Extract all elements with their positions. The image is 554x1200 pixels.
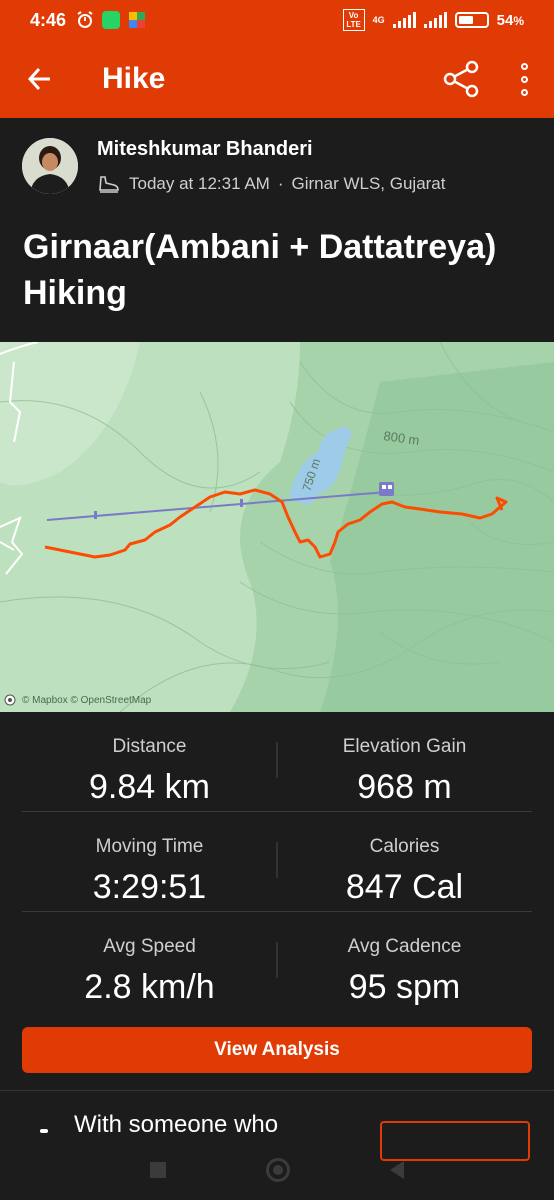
network-type: 4G [372,15,385,25]
app-bar: Hike [0,40,554,118]
stat-label: Avg Speed [103,936,196,957]
circle-icon[interactable] [266,1158,290,1182]
card-text: With someone who [74,1111,279,1138]
share-icon [443,60,479,98]
hiking-shoe-icon [99,176,119,193]
more-vertical-icon [520,62,528,70]
activity-header: Miteshkumar Bhanderi Today at 12:31 AM ·… [0,118,554,342]
stat-moving-time: Moving Time 3:29:51 [22,812,277,912]
share-button[interactable] [440,58,482,100]
back-button[interactable] [0,40,80,118]
activity-screen: 4:46 Vo LTE 4G 54% Hike Miteshkumar Bhan… [0,0,554,1200]
stat-value: 3:29:51 [92,868,207,906]
activity-meta: Today at 12:31 AM · Girnar WLS, Gujarat [97,174,446,194]
battery-icon [454,12,489,28]
stat-label: Calories [369,836,440,857]
battery-level: 54% [496,11,524,29]
stat-avg-cadence: Avg Cadence 95 spm [277,912,532,1012]
activity-location: Girnar WLS, Gujarat [291,174,446,193]
status-left-icons [76,11,146,29]
meta-separator: · [277,174,284,193]
signal-icon-2 [423,12,447,28]
map-canvas: 800 m 750 m [0,342,554,712]
avatar[interactable] [22,138,78,194]
activity-time: Today at 12:31 AM [129,174,270,193]
stat-label: Moving Time [95,836,204,857]
stats-panel: Distance 9.84 km Elevation Gain 968 m Mo… [0,712,554,1012]
stat-label: Distance [112,736,187,757]
card-icon [40,1129,48,1133]
stats-row-1: Distance 9.84 km Elevation Gain 968 m [22,712,532,812]
stats-row-2: Moving Time 3:29:51 Calories 847 Cal [22,812,532,912]
stat-value: 2.8 km/h [84,968,215,1006]
athlete-name[interactable]: Miteshkumar Bhanderi [97,138,313,161]
stats-row-3: Avg Speed 2.8 km/h Avg Cadence 95 spm [22,912,532,1012]
stat-avg-speed: Avg Speed 2.8 km/h [22,912,277,1012]
stat-value: 847 Cal [345,868,464,906]
volte-badge: Vo LTE [342,9,365,31]
stat-value: 9.84 km [89,768,210,806]
route-map[interactable]: 800 m 750 m © Mapbox © OpenStreetMap [0,342,554,712]
system-nav-bar [0,1140,554,1200]
stat-label: Elevation Gain [342,736,467,757]
more-options-button[interactable] [512,58,536,100]
stat-elevation-gain: Elevation Gain 968 m [277,712,532,812]
stat-label: Avg Cadence [347,936,462,957]
alarm-icon [76,11,94,29]
status-time: 4:46 [30,9,67,30]
mapbox-logo-icon [4,694,16,706]
app-icon [128,11,146,29]
map-credit-text: © Mapbox © OpenStreetMap [22,694,152,706]
map-credit: © Mapbox © OpenStreetMap [4,694,151,706]
view-analysis-button[interactable]: View Analysis [22,1027,532,1073]
stat-distance: Distance 9.84 km [22,712,277,812]
arrow-back-icon [27,67,50,91]
page-title: Hike [102,62,166,95]
square-icon[interactable] [150,1162,166,1178]
stat-value: 968 m [357,768,452,806]
activity-title: Girnaar(Ambani + Dattatreya) Hiking [23,228,497,312]
status-bar: 4:46 Vo LTE 4G 54% [0,0,554,40]
status-right: Vo LTE 4G 54% [342,9,524,31]
whatsapp-icon [102,11,121,29]
signal-icon [392,12,416,28]
stat-value: 95 spm [348,968,461,1006]
triangle-back-icon[interactable] [390,1161,404,1179]
stat-calories: Calories 847 Cal [277,812,532,912]
